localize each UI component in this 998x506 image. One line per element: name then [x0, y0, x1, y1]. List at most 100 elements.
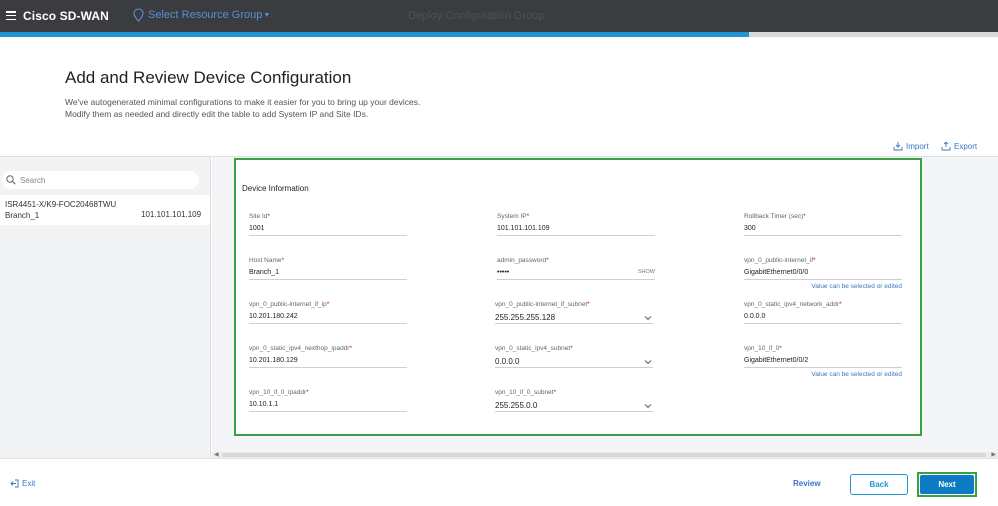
required-marker: * [526, 213, 530, 220]
field-value[interactable]: Branch_1 [249, 269, 407, 280]
field-value[interactable]: 10.201.180.129 [249, 357, 407, 368]
field-vpn0-static-ipv4-nexthop-ipaddr[interactable]: vpn_0_static_ipv4_nexthop_ipaddr* 10.201… [249, 345, 407, 368]
review-button[interactable]: Review [793, 479, 821, 488]
import-label: Import [906, 142, 929, 151]
field-label: vpn_10_if_0_subnet [495, 389, 554, 396]
field-value[interactable]: 300 [744, 225, 902, 236]
field-vpn10-if-0[interactable]: vpn_10_if_0* GigabitEthernet0/0/2 Value … [744, 345, 902, 378]
field-value[interactable]: GigabitEthernet0/0/2 [744, 357, 902, 368]
field-rollback-timer[interactable]: Rollback Timer (sec)* 300 [744, 213, 902, 236]
back-button[interactable]: Back [850, 474, 908, 495]
device-information-form: Device Information Site Id* 1001 System … [234, 158, 922, 436]
field-label: vpn_0_public-internet_if_ip [249, 301, 327, 308]
field-vpn10-if-0-subnet[interactable]: vpn_10_if_0_subnet* 255.255.0.0 [495, 389, 653, 412]
page-title: Add and Review Device Configuration [65, 68, 352, 87]
required-marker: * [546, 257, 549, 264]
device-list-panel: ISR4451-X/K9-FOC20468TWU Branch_1 101.10… [0, 156, 211, 458]
page-description: We've autogenerated minimal configuratio… [65, 96, 420, 120]
field-value[interactable]: 0.0.0.0 [744, 313, 902, 324]
select-row: 0.0.0.0 [495, 357, 653, 368]
field-admin-password[interactable]: admin_password* ••••• SHOW [497, 257, 655, 280]
export-button[interactable]: Export [941, 142, 977, 151]
export-icon [941, 142, 951, 151]
required-marker: * [779, 345, 782, 352]
field-value[interactable]: GigabitEthernet0/0/0 [744, 269, 902, 280]
scroll-right-arrow-icon[interactable]: ▶ [991, 451, 996, 458]
next-button[interactable]: Next [920, 475, 974, 494]
field-label: Site Id [249, 213, 268, 220]
exit-icon [10, 479, 19, 488]
required-marker: * [281, 257, 285, 264]
next-button-highlight: Next [917, 472, 977, 497]
progress-fill [0, 32, 749, 37]
location-pin-icon [133, 8, 144, 22]
field-value[interactable]: 10.201.180.242 [249, 313, 407, 324]
field-vpn0-public-internet-if-subnet[interactable]: vpn_0_public-internet_if_subnet* 255.255… [495, 301, 653, 324]
chevron-down-icon[interactable] [644, 402, 652, 410]
top-navigation-bar: Cisco SD-WAN Select Resource Group▼ Depl… [0, 0, 998, 32]
field-label: vpn_10_if_0_ipaddr [249, 389, 307, 396]
import-button[interactable]: Import [893, 142, 929, 151]
field-label: vpn_0_public-internet_if [744, 257, 814, 264]
description-line-2: Modify them as needed and directly edit … [65, 109, 369, 119]
export-label: Export [954, 142, 978, 151]
field-label: vpn_10_if_0 [744, 345, 780, 352]
field-vpn0-static-ipv4-network-addr[interactable]: vpn_0_static_ipv4_network_addr* 0.0.0.0 [744, 301, 902, 324]
field-vpn0-static-ipv4-subnet[interactable]: vpn_0_static_ipv4_subnet* 0.0.0.0 [495, 345, 653, 368]
workflow-title: Deploy Configuration Group [408, 10, 545, 22]
footer-bar: Exit Review Back Next [0, 458, 998, 506]
device-list-item[interactable]: ISR4451-X/K9-FOC20468TWU Branch_1 101.10… [0, 195, 210, 225]
select-row: 255.255.0.0 [495, 401, 653, 412]
hamburger-menu-icon[interactable] [6, 11, 16, 21]
required-marker: * [349, 345, 352, 352]
field-vpn0-public-internet-if[interactable]: vpn_0_public-internet_if* GigabitEtherne… [744, 257, 902, 290]
device-name: ISR4451-X/K9-FOC20468TWU [5, 200, 117, 209]
field-value[interactable]: 1001 [249, 225, 407, 236]
password-field-row: ••••• SHOW [497, 269, 655, 280]
search-box[interactable] [2, 171, 199, 189]
field-label: vpn_0_static_ipv4_network_addr [744, 301, 840, 308]
required-marker: * [587, 301, 590, 308]
chevron-down-icon[interactable] [644, 358, 652, 366]
required-marker: * [803, 213, 806, 220]
section-title: Device Information [242, 184, 309, 193]
device-system-ip: 101.101.101.109 [141, 210, 202, 219]
field-label: Rollback Timer (sec) [744, 213, 804, 220]
select-value[interactable]: 255.255.255.128 [495, 313, 555, 322]
resource-group-dropdown[interactable]: Select Resource Group▼ [148, 9, 270, 21]
field-label: vpn_0_static_ipv4_subnet [495, 345, 571, 352]
required-marker: * [813, 257, 816, 264]
brand-title: Cisco SD-WAN [23, 9, 109, 23]
scroll-left-arrow-icon[interactable]: ◀ [214, 451, 219, 458]
field-label: Host Name [249, 257, 282, 264]
field-value[interactable]: 10.10.1.1 [249, 401, 407, 412]
field-label: admin_password [497, 257, 547, 264]
caret-down-icon: ▼ [263, 12, 271, 19]
exit-label: Exit [22, 479, 36, 488]
field-system-ip[interactable]: System IP* 101.101.101.109 [497, 213, 655, 236]
password-value[interactable]: ••••• [497, 269, 509, 276]
workflow-progress-bar [0, 32, 998, 37]
required-marker: * [839, 301, 842, 308]
chevron-down-icon[interactable] [644, 314, 652, 322]
field-hint: Value can be selected or edited [811, 283, 902, 290]
select-value[interactable]: 255.255.0.0 [495, 401, 537, 410]
resource-group-label: Select Resource Group [148, 9, 263, 21]
search-input[interactable] [20, 175, 190, 185]
field-site-id[interactable]: Site Id* 1001 [249, 213, 407, 236]
field-host-name[interactable]: Host Name* Branch_1 [249, 257, 407, 280]
required-marker: * [306, 389, 309, 396]
required-marker: * [267, 213, 270, 220]
scrollbar-thumb[interactable] [222, 453, 986, 457]
search-icon [6, 175, 16, 185]
exit-button[interactable]: Exit [10, 479, 35, 488]
select-row: 255.255.255.128 [495, 313, 653, 324]
device-site: Branch_1 [5, 211, 40, 220]
field-hint: Value can be selected or edited [811, 371, 902, 378]
show-password-toggle[interactable]: SHOW [638, 269, 655, 275]
field-label: vpn_0_static_ipv4_nexthop_ipaddr [249, 345, 350, 352]
field-vpn10-if-0-ipaddr[interactable]: vpn_10_if_0_ipaddr* 10.10.1.1 [249, 389, 407, 412]
select-value[interactable]: 0.0.0.0 [495, 357, 519, 366]
field-vpn0-public-internet-if-ip[interactable]: vpn_0_public-internet_if_ip* 10.201.180.… [249, 301, 407, 324]
field-value[interactable]: 101.101.101.109 [497, 225, 655, 236]
